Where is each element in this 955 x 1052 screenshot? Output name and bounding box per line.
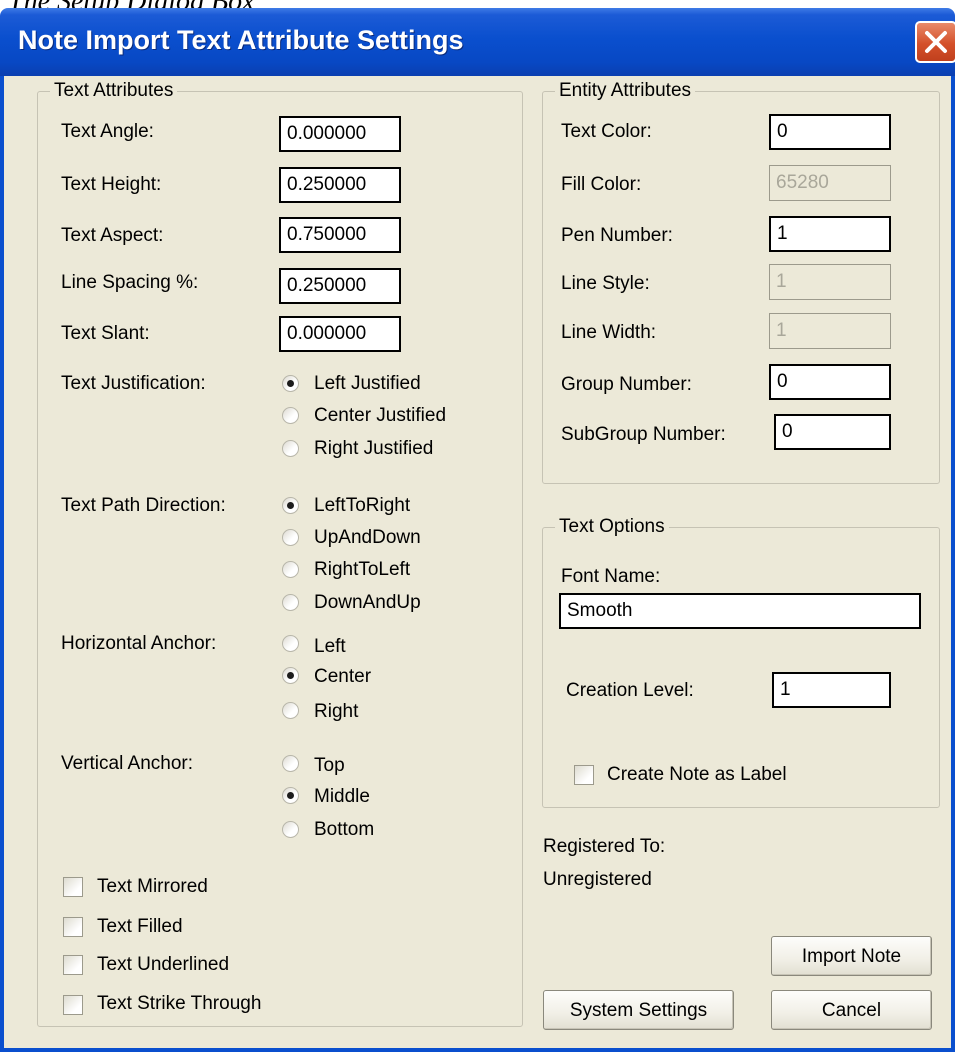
text-underlined-checkbox[interactable]: [63, 955, 83, 975]
horizontal-anchor-label: Horizontal Anchor:: [61, 633, 217, 654]
radio-h-left[interactable]: [282, 635, 299, 652]
fill-color-input: [769, 165, 891, 201]
title-bar[interactable]: Note Import Text Attribute Settings: [0, 8, 955, 76]
radio-center-justified[interactable]: [282, 407, 299, 424]
text-aspect-label: Text Aspect:: [61, 225, 164, 246]
text-path-direction-label: Text Path Direction:: [61, 495, 226, 516]
radio-right-justified-label[interactable]: Right Justified: [314, 438, 433, 460]
close-icon: [925, 31, 947, 53]
radio-right-justified[interactable]: [282, 440, 299, 457]
group-number-input[interactable]: [769, 364, 891, 400]
font-name-label: Font Name:: [561, 566, 661, 587]
radio-h-center[interactable]: [282, 667, 299, 684]
dialog-body: Text Attributes Text Angle: Text Height:…: [0, 76, 955, 1052]
text-height-input[interactable]: [279, 167, 401, 203]
text-filled-checkbox[interactable]: [63, 917, 83, 937]
entity-attributes-legend: Entity Attributes: [559, 80, 692, 101]
text-filled-label[interactable]: Text Filled: [97, 916, 183, 938]
text-strike-through-checkbox[interactable]: [63, 995, 83, 1015]
line-style-input: [769, 264, 891, 300]
radio-right-to-left[interactable]: [282, 561, 299, 578]
radio-left-justified-label[interactable]: Left Justified: [314, 373, 421, 395]
creation-level-label: Creation Level:: [566, 680, 694, 701]
system-settings-button[interactable]: System Settings: [543, 990, 734, 1030]
text-options-legend: Text Options: [559, 516, 665, 537]
line-width-input: [769, 313, 891, 349]
window-title: Note Import Text Attribute Settings: [18, 25, 464, 55]
vertical-anchor-label: Vertical Anchor:: [61, 753, 194, 774]
text-height-label: Text Height:: [61, 174, 162, 195]
radio-left-justified[interactable]: [282, 375, 299, 392]
radio-left-to-right-label[interactable]: LeftToRight: [314, 495, 410, 517]
radio-down-and-up[interactable]: [282, 594, 299, 611]
text-slant-label: Text Slant:: [61, 323, 150, 344]
radio-right-to-left-label[interactable]: RightToLeft: [314, 559, 410, 581]
pen-number-label: Pen Number:: [561, 225, 673, 246]
font-name-input[interactable]: [559, 593, 921, 629]
text-aspect-input[interactable]: [279, 217, 401, 253]
close-button[interactable]: [915, 21, 955, 63]
creation-level-input[interactable]: [772, 672, 891, 708]
subgroup-number-input[interactable]: [774, 414, 891, 450]
text-strike-through-label[interactable]: Text Strike Through: [97, 993, 261, 1015]
group-number-label: Group Number:: [561, 374, 692, 395]
radio-v-bottom[interactable]: [282, 821, 299, 838]
create-note-as-label-text[interactable]: Create Note as Label: [607, 764, 787, 786]
text-underlined-label[interactable]: Text Underlined: [97, 954, 229, 976]
text-mirrored-label[interactable]: Text Mirrored: [97, 876, 208, 898]
line-spacing-label: Line Spacing %:: [61, 272, 199, 293]
text-angle-label: Text Angle:: [61, 121, 154, 142]
radio-h-center-label[interactable]: Center: [314, 666, 371, 688]
radio-v-bottom-label[interactable]: Bottom: [314, 819, 374, 841]
subgroup-number-label: SubGroup Number:: [561, 424, 726, 445]
text-mirrored-checkbox[interactable]: [63, 877, 83, 897]
line-style-label: Line Style:: [561, 273, 650, 294]
line-width-label: Line Width:: [561, 322, 657, 343]
radio-v-middle-label[interactable]: Middle: [314, 786, 370, 808]
radio-center-justified-label[interactable]: Center Justified: [314, 405, 446, 427]
radio-v-top[interactable]: [282, 755, 299, 772]
create-note-as-label-checkbox[interactable]: [574, 765, 594, 785]
registered-to-value: Unregistered: [543, 869, 652, 890]
pen-number-input[interactable]: [769, 216, 891, 252]
text-attributes-legend: Text Attributes: [54, 80, 174, 101]
fill-color-label: Fill Color:: [561, 174, 642, 195]
cancel-button[interactable]: Cancel: [771, 990, 932, 1030]
text-color-label: Text Color:: [561, 121, 652, 142]
radio-v-middle[interactable]: [282, 787, 299, 804]
radio-v-top-label[interactable]: Top: [314, 755, 345, 777]
text-angle-input[interactable]: [279, 116, 401, 152]
radio-up-and-down[interactable]: [282, 529, 299, 546]
radio-down-and-up-label[interactable]: DownAndUp: [314, 592, 421, 614]
registered-to-label: Registered To:: [543, 836, 666, 857]
text-slant-input[interactable]: [279, 316, 401, 352]
line-spacing-input[interactable]: [279, 268, 401, 304]
radio-left-to-right[interactable]: [282, 497, 299, 514]
radio-h-right[interactable]: [282, 702, 299, 719]
text-color-input[interactable]: [769, 114, 891, 150]
radio-h-left-label[interactable]: Left: [314, 636, 346, 658]
text-justification-label: Text Justification:: [61, 373, 206, 394]
import-note-button[interactable]: Import Note: [771, 936, 932, 976]
radio-up-and-down-label[interactable]: UpAndDown: [314, 527, 421, 549]
radio-h-right-label[interactable]: Right: [314, 701, 358, 723]
